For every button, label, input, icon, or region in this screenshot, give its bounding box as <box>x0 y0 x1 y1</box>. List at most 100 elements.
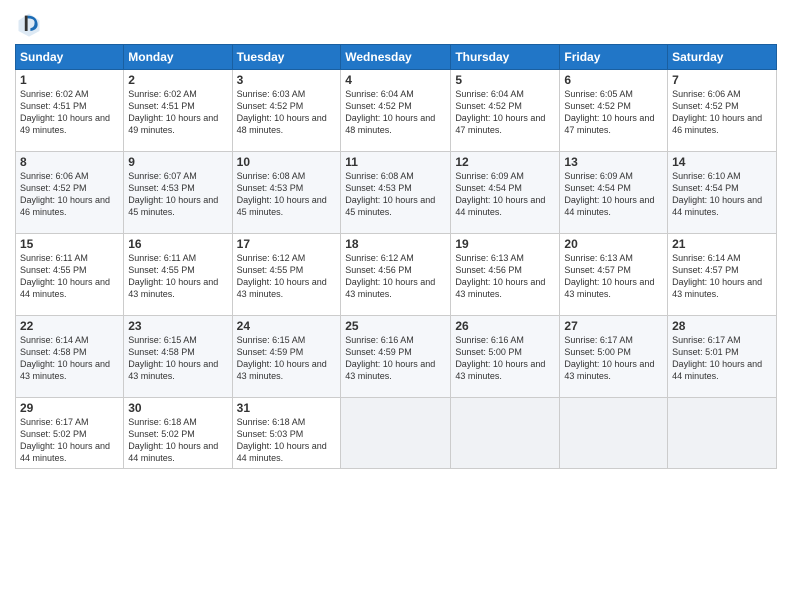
calendar-cell: 28 Sunrise: 6:17 AMSunset: 5:01 PMDayligh… <box>668 316 777 398</box>
calendar-cell: 26 Sunrise: 6:16 AMSunset: 5:00 PMDayligh… <box>451 316 560 398</box>
cell-details: Sunrise: 6:06 AMSunset: 4:52 PMDaylight:… <box>672 89 762 135</box>
cell-details: Sunrise: 6:13 AMSunset: 4:57 PMDaylight:… <box>564 253 654 299</box>
calendar-cell <box>560 398 668 469</box>
cell-details: Sunrise: 6:10 AMSunset: 4:54 PMDaylight:… <box>672 171 762 217</box>
calendar-cell: 9 Sunrise: 6:07 AMSunset: 4:53 PMDaylight… <box>124 152 232 234</box>
day-number: 12 <box>455 155 555 169</box>
calendar-week-1: 1 Sunrise: 6:02 AMSunset: 4:51 PMDaylight… <box>16 70 777 152</box>
calendar-cell: 10 Sunrise: 6:08 AMSunset: 4:53 PMDayligh… <box>232 152 341 234</box>
cell-details: Sunrise: 6:14 AMSunset: 4:57 PMDaylight:… <box>672 253 762 299</box>
day-number: 8 <box>20 155 119 169</box>
day-number: 1 <box>20 73 119 87</box>
day-number: 2 <box>128 73 227 87</box>
calendar-cell: 7 Sunrise: 6:06 AMSunset: 4:52 PMDaylight… <box>668 70 777 152</box>
cell-details: Sunrise: 6:15 AMSunset: 4:58 PMDaylight:… <box>128 335 218 381</box>
logo-icon <box>15 10 43 38</box>
calendar-cell: 29 Sunrise: 6:17 AMSunset: 5:02 PMDayligh… <box>16 398 124 469</box>
day-number: 17 <box>237 237 337 251</box>
cell-details: Sunrise: 6:06 AMSunset: 4:52 PMDaylight:… <box>20 171 110 217</box>
day-header-sunday: Sunday <box>16 45 124 70</box>
day-number: 19 <box>455 237 555 251</box>
calendar-cell: 16Sunrise: 6:11 AMSunset: 4:55 PMDayligh… <box>124 234 232 316</box>
cell-details: Sunrise: 6:09 AMSunset: 4:54 PMDaylight:… <box>455 171 545 217</box>
cell-details: Sunrise: 6:08 AMSunset: 4:53 PMDaylight:… <box>237 171 327 217</box>
cell-details: Sunrise: 6:12 AMSunset: 4:55 PMDaylight:… <box>237 253 327 299</box>
day-number: 29 <box>20 401 119 415</box>
calendar-cell: 6Sunrise: 6:05 AMSunset: 4:52 PMDaylight… <box>560 70 668 152</box>
day-header-tuesday: Tuesday <box>232 45 341 70</box>
calendar-cell: 4Sunrise: 6:04 AMSunset: 4:52 PMDaylight… <box>341 70 451 152</box>
day-header-monday: Monday <box>124 45 232 70</box>
calendar-cell: 12 Sunrise: 6:09 AMSunset: 4:54 PMDayligh… <box>451 152 560 234</box>
calendar-week-3: 15Sunrise: 6:11 AMSunset: 4:55 PMDayligh… <box>16 234 777 316</box>
calendar-cell: 21 Sunrise: 6:14 AMSunset: 4:57 PMDayligh… <box>668 234 777 316</box>
day-number: 25 <box>345 319 446 333</box>
cell-details: Sunrise: 6:09 AMSunset: 4:54 PMDaylight:… <box>564 171 654 217</box>
cell-details: Sunrise: 6:16 AMSunset: 5:00 PMDaylight:… <box>455 335 545 381</box>
header-row: SundayMondayTuesdayWednesdayThursdayFrid… <box>16 45 777 70</box>
day-number: 30 <box>128 401 227 415</box>
day-number: 7 <box>672 73 772 87</box>
cell-details: Sunrise: 6:18 AMSunset: 5:02 PMDaylight:… <box>128 417 218 463</box>
cell-details: Sunrise: 6:15 AMSunset: 4:59 PMDaylight:… <box>237 335 327 381</box>
cell-details: Sunrise: 6:17 AMSunset: 5:01 PMDaylight:… <box>672 335 762 381</box>
calendar-cell: 27 Sunrise: 6:17 AMSunset: 5:00 PMDayligh… <box>560 316 668 398</box>
day-number: 16 <box>128 237 227 251</box>
cell-details: Sunrise: 6:18 AMSunset: 5:03 PMDaylight:… <box>237 417 327 463</box>
header <box>15 10 777 38</box>
calendar-week-2: 8 Sunrise: 6:06 AMSunset: 4:52 PMDaylight… <box>16 152 777 234</box>
day-number: 22 <box>20 319 119 333</box>
day-number: 18 <box>345 237 446 251</box>
day-number: 27 <box>564 319 663 333</box>
calendar-week-4: 22 Sunrise: 6:14 AMSunset: 4:58 PMDayligh… <box>16 316 777 398</box>
calendar-cell: 22 Sunrise: 6:14 AMSunset: 4:58 PMDayligh… <box>16 316 124 398</box>
cell-details: Sunrise: 6:11 AMSunset: 4:55 PMDaylight:… <box>20 253 110 299</box>
day-number: 3 <box>237 73 337 87</box>
cell-details: Sunrise: 6:14 AMSunset: 4:58 PMDaylight:… <box>20 335 110 381</box>
day-number: 31 <box>237 401 337 415</box>
cell-details: Sunrise: 6:07 AMSunset: 4:53 PMDaylight:… <box>128 171 218 217</box>
day-number: 24 <box>237 319 337 333</box>
day-number: 20 <box>564 237 663 251</box>
cell-details: Sunrise: 6:03 AMSunset: 4:52 PMDaylight:… <box>237 89 327 135</box>
calendar-cell: 31 Sunrise: 6:18 AMSunset: 5:03 PMDayligh… <box>232 398 341 469</box>
day-number: 14 <box>672 155 772 169</box>
day-header-thursday: Thursday <box>451 45 560 70</box>
cell-details: Sunrise: 6:17 AMSunset: 5:02 PMDaylight:… <box>20 417 110 463</box>
page-container: SundayMondayTuesdayWednesdayThursdayFrid… <box>0 0 792 479</box>
calendar-cell <box>451 398 560 469</box>
day-header-saturday: Saturday <box>668 45 777 70</box>
cell-details: Sunrise: 6:04 AMSunset: 4:52 PMDaylight:… <box>455 89 545 135</box>
day-number: 23 <box>128 319 227 333</box>
cell-details: Sunrise: 6:08 AMSunset: 4:53 PMDaylight:… <box>345 171 435 217</box>
day-number: 9 <box>128 155 227 169</box>
calendar-cell: 8 Sunrise: 6:06 AMSunset: 4:52 PMDaylight… <box>16 152 124 234</box>
calendar-cell: 15Sunrise: 6:11 AMSunset: 4:55 PMDayligh… <box>16 234 124 316</box>
day-number: 5 <box>455 73 555 87</box>
cell-details: Sunrise: 6:02 AMSunset: 4:51 PMDaylight:… <box>128 89 218 135</box>
calendar-cell: 11Sunrise: 6:08 AMSunset: 4:53 PMDayligh… <box>341 152 451 234</box>
calendar-cell <box>341 398 451 469</box>
calendar-cell <box>668 398 777 469</box>
calendar-cell: 20 Sunrise: 6:13 AMSunset: 4:57 PMDayligh… <box>560 234 668 316</box>
day-number: 21 <box>672 237 772 251</box>
calendar-cell: 25 Sunrise: 6:16 AMSunset: 4:59 PMDayligh… <box>341 316 451 398</box>
calendar-cell: 30 Sunrise: 6:18 AMSunset: 5:02 PMDayligh… <box>124 398 232 469</box>
cell-details: Sunrise: 6:16 AMSunset: 4:59 PMDaylight:… <box>345 335 435 381</box>
calendar-cell: 19 Sunrise: 6:13 AMSunset: 4:56 PMDayligh… <box>451 234 560 316</box>
calendar-cell: 18Sunrise: 6:12 AMSunset: 4:56 PMDayligh… <box>341 234 451 316</box>
day-number: 28 <box>672 319 772 333</box>
cell-details: Sunrise: 6:13 AMSunset: 4:56 PMDaylight:… <box>455 253 545 299</box>
day-number: 6 <box>564 73 663 87</box>
calendar-cell: 24 Sunrise: 6:15 AMSunset: 4:59 PMDayligh… <box>232 316 341 398</box>
calendar-cell: 1Sunrise: 6:02 AMSunset: 4:51 PMDaylight… <box>16 70 124 152</box>
day-header-friday: Friday <box>560 45 668 70</box>
calendar-cell: 23 Sunrise: 6:15 AMSunset: 4:58 PMDayligh… <box>124 316 232 398</box>
day-number: 10 <box>237 155 337 169</box>
calendar-cell: 5 Sunrise: 6:04 AMSunset: 4:52 PMDaylight… <box>451 70 560 152</box>
calendar-cell: 13Sunrise: 6:09 AMSunset: 4:54 PMDayligh… <box>560 152 668 234</box>
cell-details: Sunrise: 6:17 AMSunset: 5:00 PMDaylight:… <box>564 335 654 381</box>
day-number: 26 <box>455 319 555 333</box>
cell-details: Sunrise: 6:04 AMSunset: 4:52 PMDaylight:… <box>345 89 435 135</box>
logo <box>15 10 47 38</box>
